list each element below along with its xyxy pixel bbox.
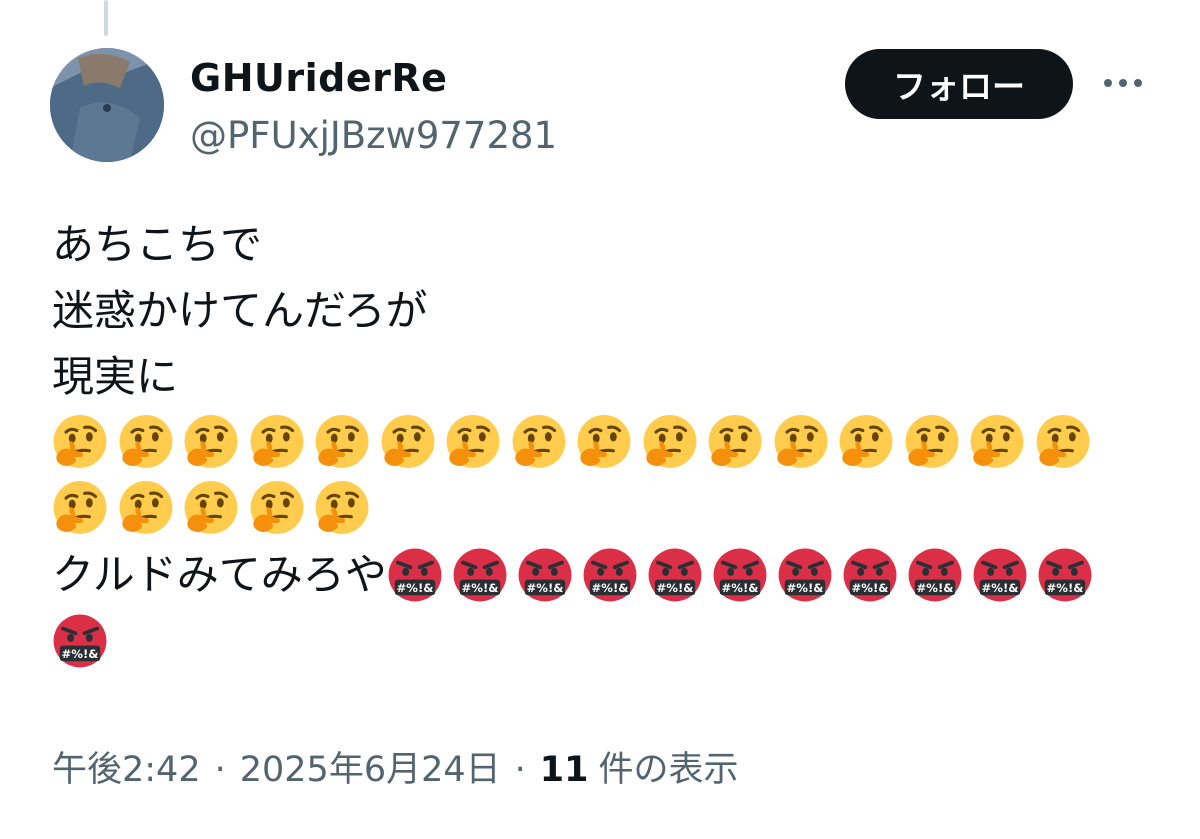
angry-face-symbols-emoji: #%!& bbox=[843, 548, 897, 602]
tweet-line: 現実に bbox=[52, 352, 179, 401]
svg-text:#%!&: #%!& bbox=[396, 581, 433, 595]
thinking-face-emoji bbox=[184, 481, 238, 534]
angry-face-symbols-emoji: #%!& bbox=[713, 548, 767, 602]
tweet-line-with-emoji: クルドみてみろや #%!& #%!& #%!& #%!& #%!& #%!& #%!& #%!… bbox=[52, 542, 1162, 608]
thinking-face-emoji bbox=[577, 415, 631, 468]
angry-face-symbols-emoji: #%!& bbox=[518, 548, 572, 602]
thinking-face-emoji bbox=[250, 481, 303, 534]
separator: · bbox=[214, 750, 226, 790]
thinking-face-emoji bbox=[119, 415, 172, 468]
tweet-metadata: 午後2:42 · 2025年6月24日 · 11 件の表示 bbox=[52, 746, 739, 794]
avatar-image bbox=[50, 48, 164, 162]
svg-text:#%!&: #%!& bbox=[526, 581, 563, 595]
thinking-face-emoji bbox=[184, 415, 238, 468]
follow-button[interactable]: フォロー bbox=[845, 49, 1073, 119]
tweet-line: クルドみてみろや bbox=[52, 550, 387, 599]
svg-text:#%!&: #%!& bbox=[656, 581, 693, 595]
thinking-face-emoji bbox=[119, 481, 172, 534]
angry-face-symbols-emoji: #%!& bbox=[648, 548, 702, 602]
svg-text:#%!&: #%!& bbox=[591, 581, 628, 595]
thread-connector-line bbox=[104, 0, 108, 36]
views-label: 件の表示 bbox=[598, 750, 739, 790]
separator: · bbox=[514, 750, 526, 790]
svg-text:#%!&: #%!& bbox=[461, 581, 498, 595]
thinking-face-emoji bbox=[315, 415, 369, 468]
author-display-name[interactable]: GHUriderRe bbox=[190, 54, 447, 102]
svg-text:#%!&: #%!& bbox=[1046, 581, 1083, 595]
angry-face-symbols-emoji: #%!& bbox=[453, 548, 507, 602]
angry-face-symbols-emoji: #%!& bbox=[1038, 548, 1092, 602]
svg-text:#%!&: #%!& bbox=[851, 581, 888, 595]
thinking-face-emoji bbox=[643, 415, 696, 468]
angry-face-symbols-emoji: #%!& bbox=[583, 548, 637, 602]
angry-face-symbols-emoji: #%!& bbox=[973, 548, 1027, 602]
thinking-face-emoji bbox=[446, 415, 500, 468]
thinking-face-emoji bbox=[970, 415, 1024, 468]
angry-face-symbols-emoji: #%!& bbox=[778, 548, 832, 602]
thinking-face-emoji bbox=[839, 415, 893, 468]
tweet-date[interactable]: 2025年6月24日 bbox=[240, 750, 501, 790]
thinking-face-emoji bbox=[512, 415, 565, 468]
thinking-face-emoji bbox=[905, 415, 958, 468]
svg-text:#%!&: #%!& bbox=[786, 581, 823, 595]
angry-emoji-row: #%!& bbox=[52, 608, 1162, 674]
angry-face-symbols-emoji: #%!& bbox=[388, 548, 442, 602]
more-dot bbox=[1119, 79, 1127, 87]
thinking-face-emoji bbox=[53, 481, 107, 534]
thinking-face-emoji bbox=[250, 415, 303, 468]
svg-text:#%!&: #%!& bbox=[62, 647, 99, 661]
angry-face-symbols-emoji: #%!& bbox=[53, 614, 107, 668]
thinking-face-emoji bbox=[1036, 415, 1089, 468]
more-options-icon[interactable] bbox=[1094, 62, 1152, 104]
thinking-face-emoji bbox=[315, 481, 369, 534]
tweet-time[interactable]: 午後2:42 bbox=[52, 750, 201, 790]
thinking-face-emoji bbox=[708, 415, 762, 468]
more-dot bbox=[1104, 79, 1112, 87]
avatar[interactable] bbox=[50, 48, 164, 162]
svg-text:#%!&: #%!& bbox=[916, 581, 953, 595]
tweet-line: あちこちで bbox=[52, 220, 263, 269]
more-dot bbox=[1134, 79, 1142, 87]
svg-text:#%!&: #%!& bbox=[981, 581, 1018, 595]
tweet-text: あちこちで 迷惑かけてんだろが 現実に クルドみてみろや #%!& #%!& #%!… bbox=[52, 212, 1162, 674]
thinking-emoji-row bbox=[52, 410, 1162, 476]
thinking-face-emoji bbox=[774, 415, 827, 468]
thinking-face-emoji bbox=[381, 415, 434, 468]
author-handle[interactable]: @PFUxjJBzw977281 bbox=[190, 112, 557, 160]
angry-face-symbols-emoji: #%!& bbox=[908, 548, 962, 602]
views-count: 11 bbox=[539, 750, 589, 790]
thinking-face-emoji bbox=[53, 415, 107, 468]
tweet-line: 迷惑かけてんだろが bbox=[52, 286, 428, 335]
svg-text:#%!&: #%!& bbox=[721, 581, 758, 595]
thinking-emoji-row bbox=[52, 476, 1162, 542]
